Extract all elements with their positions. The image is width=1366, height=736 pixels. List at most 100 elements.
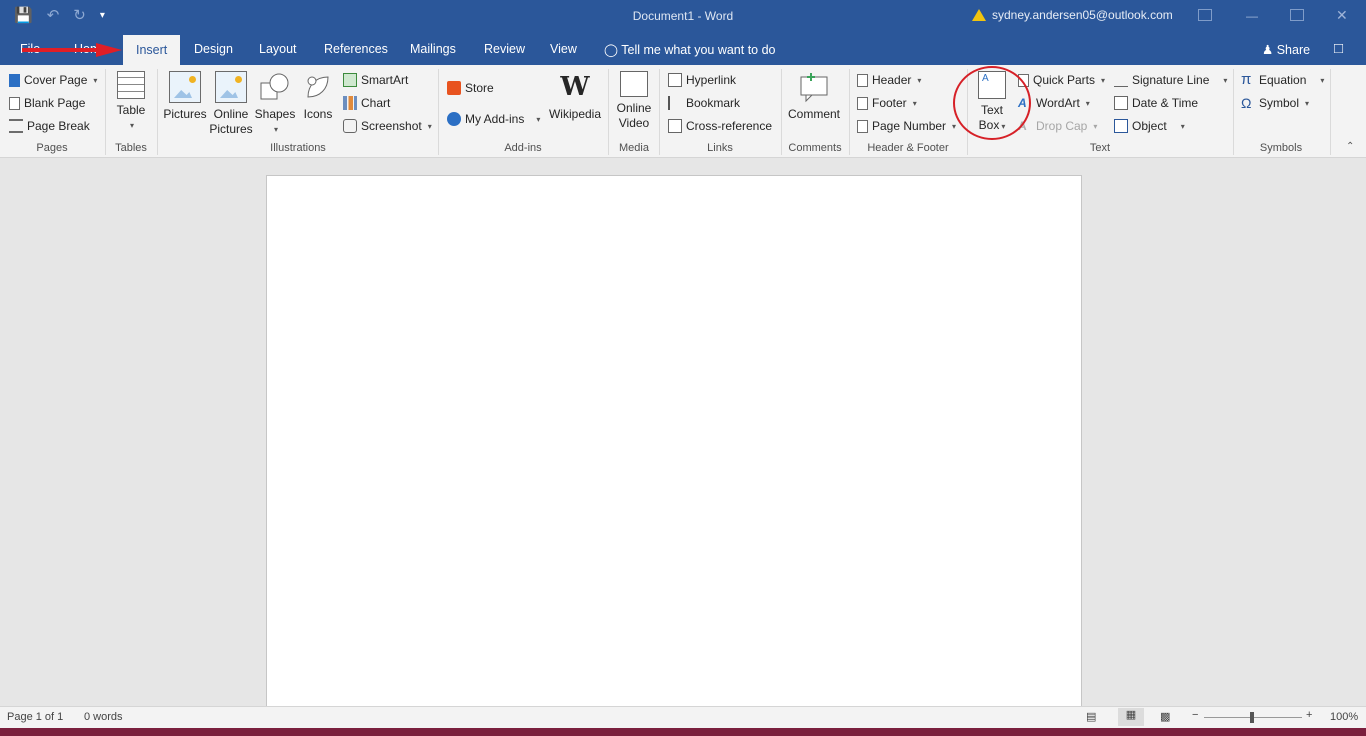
my-addins-icon [447,112,461,126]
icons-label: Icons [303,107,333,121]
comments-pane-icon[interactable]: □ [1334,40,1343,57]
zoom-in-icon[interactable]: + [1306,709,1312,721]
online-pictures-label-2: Pictures [209,122,253,136]
table-icon [117,71,145,99]
omega-icon: Ω [1241,95,1252,111]
tab-view[interactable]: View [550,42,577,56]
icons-button[interactable]: Icons [298,71,338,122]
group-label-illustrations: Illustrations [270,142,326,154]
online-video-label-1: Online [616,101,652,115]
hyperlink-button[interactable]: Hyperlink [668,71,736,89]
icons-icon [302,71,334,103]
ribbon-insert: Cover Page ▾ Blank Page Page Break Pages … [0,65,1366,158]
online-video-icon [620,71,648,97]
drop-cap-button[interactable]: A Drop Cap ▾ [1018,117,1097,135]
cover-page-button[interactable]: Cover Page ▾ [9,71,97,89]
pictures-button[interactable]: Pictures [162,71,208,122]
smartart-label: SmartArt [361,73,409,87]
comment-button[interactable]: Comment [784,71,844,122]
cross-reference-button[interactable]: Cross-reference [668,117,772,135]
footer-label: Footer [872,96,907,110]
group-label-media: Media [619,142,649,154]
print-layout-icon[interactable]: ▦ [1118,708,1144,726]
tab-design[interactable]: Design [194,42,233,56]
group-label-header-footer: Header & Footer [867,142,949,154]
tab-review[interactable]: Review [484,42,525,56]
zoom-level[interactable]: 100% [1330,711,1358,723]
person-icon: ♟ [1262,43,1274,57]
date-time-button[interactable]: Date & Time [1114,94,1198,112]
table-dropdown-caret: ▾ [129,121,134,130]
page-count[interactable]: Page 1 of 1 [7,711,63,723]
read-mode-icon[interactable]: ▤ [1086,710,1096,723]
share-label: Share [1276,43,1311,57]
screenshot-button[interactable]: Screenshot ▾ [343,117,432,135]
object-label: Object [1132,119,1167,133]
warning-icon [972,9,986,21]
online-video-button[interactable]: Online Video [612,71,656,131]
tab-mailings[interactable]: Mailings [410,42,456,56]
wikipedia-label: Wikipedia [548,107,602,121]
wikipedia-button[interactable]: W Wikipedia [546,71,604,122]
group-label-symbols: Symbols [1259,142,1303,154]
my-addins-button[interactable]: My Add-ins ▾ [447,110,540,128]
tab-references[interactable]: References [324,42,388,56]
date-time-label: Date & Time [1132,96,1199,110]
ribbon-display-options-icon[interactable] [1198,9,1212,21]
chart-button[interactable]: Chart [343,94,390,112]
hyperlink-icon [668,73,682,87]
zoom-out-icon[interactable]: − [1192,709,1198,721]
blank-page-button[interactable]: Blank Page [9,94,85,112]
tab-insert[interactable]: Insert [123,35,181,65]
tell-me-box[interactable]: ◯ Tell me what you want to do [604,42,776,57]
blank-page-label: Blank Page [24,96,86,110]
comment-icon [798,71,830,103]
signature-line-button[interactable]: Signature Line ▾ [1114,71,1227,89]
hyperlink-label: Hyperlink [686,73,737,87]
minimize-icon[interactable]: — [1246,9,1258,23]
online-video-label-2: Video [618,116,650,130]
online-pictures-button[interactable]: Online Pictures [208,71,254,137]
my-addins-label: My Add-ins [465,112,525,126]
quick-parts-button[interactable]: Quick Parts ▾ [1018,71,1105,89]
page-break-icon [9,119,23,133]
tab-layout[interactable]: Layout [259,42,297,56]
pi-icon: π [1241,71,1252,88]
table-button[interactable]: Table ▾ [112,71,150,133]
page-break-button[interactable]: Page Break [9,117,90,135]
document-page[interactable] [266,175,1082,715]
zoom-slider-thumb[interactable] [1250,712,1254,723]
word-count[interactable]: 0 words [84,711,123,723]
web-layout-icon[interactable]: ▩ [1160,710,1170,723]
shapes-button[interactable]: Shapes ▾ [254,71,296,137]
symbol-button[interactable]: Ω Symbol ▾ [1241,94,1309,112]
chart-label: Chart [361,96,391,110]
restore-icon[interactable] [1290,9,1304,21]
collapse-ribbon-icon[interactable]: ⌃ [1346,141,1354,152]
title-bar: 💾 ↶ ↻ ▾ Document1 - Word sydney.andersen… [0,0,1366,33]
comment-label: Comment [787,107,840,121]
wordart-label: WordArt [1036,96,1080,110]
drop-cap-label: Drop Cap [1036,119,1088,133]
user-email: sydney.andersen05@outlook.com [992,8,1173,22]
page-break-label: Page Break [27,119,90,133]
share-button[interactable]: ♟ Share [1262,42,1310,57]
lightbulb-icon: ◯ [604,43,618,57]
group-label-text: Text [1089,142,1111,154]
pictures-label: Pictures [163,107,207,121]
close-icon[interactable]: ✕ [1336,7,1348,24]
object-button[interactable]: Object ▾ [1114,117,1185,135]
page-number-button[interactable]: Page Number ▾ [857,117,956,135]
header-button[interactable]: Header ▾ [857,71,921,89]
store-button[interactable]: Store [447,79,494,97]
group-separator [1330,69,1331,155]
tell-me-text: Tell me what you want to do [621,43,776,57]
footer-button[interactable]: Footer ▾ [857,94,917,112]
bookmark-button[interactable]: Bookmark [668,94,740,112]
user-account[interactable]: sydney.andersen05@outlook.com [972,8,1173,22]
blank-page-icon [9,96,20,110]
equation-button[interactable]: π Equation ▾ [1241,71,1324,89]
chart-icon [343,96,357,110]
smartart-button[interactable]: SmartArt [343,71,408,89]
header-icon [857,73,868,87]
